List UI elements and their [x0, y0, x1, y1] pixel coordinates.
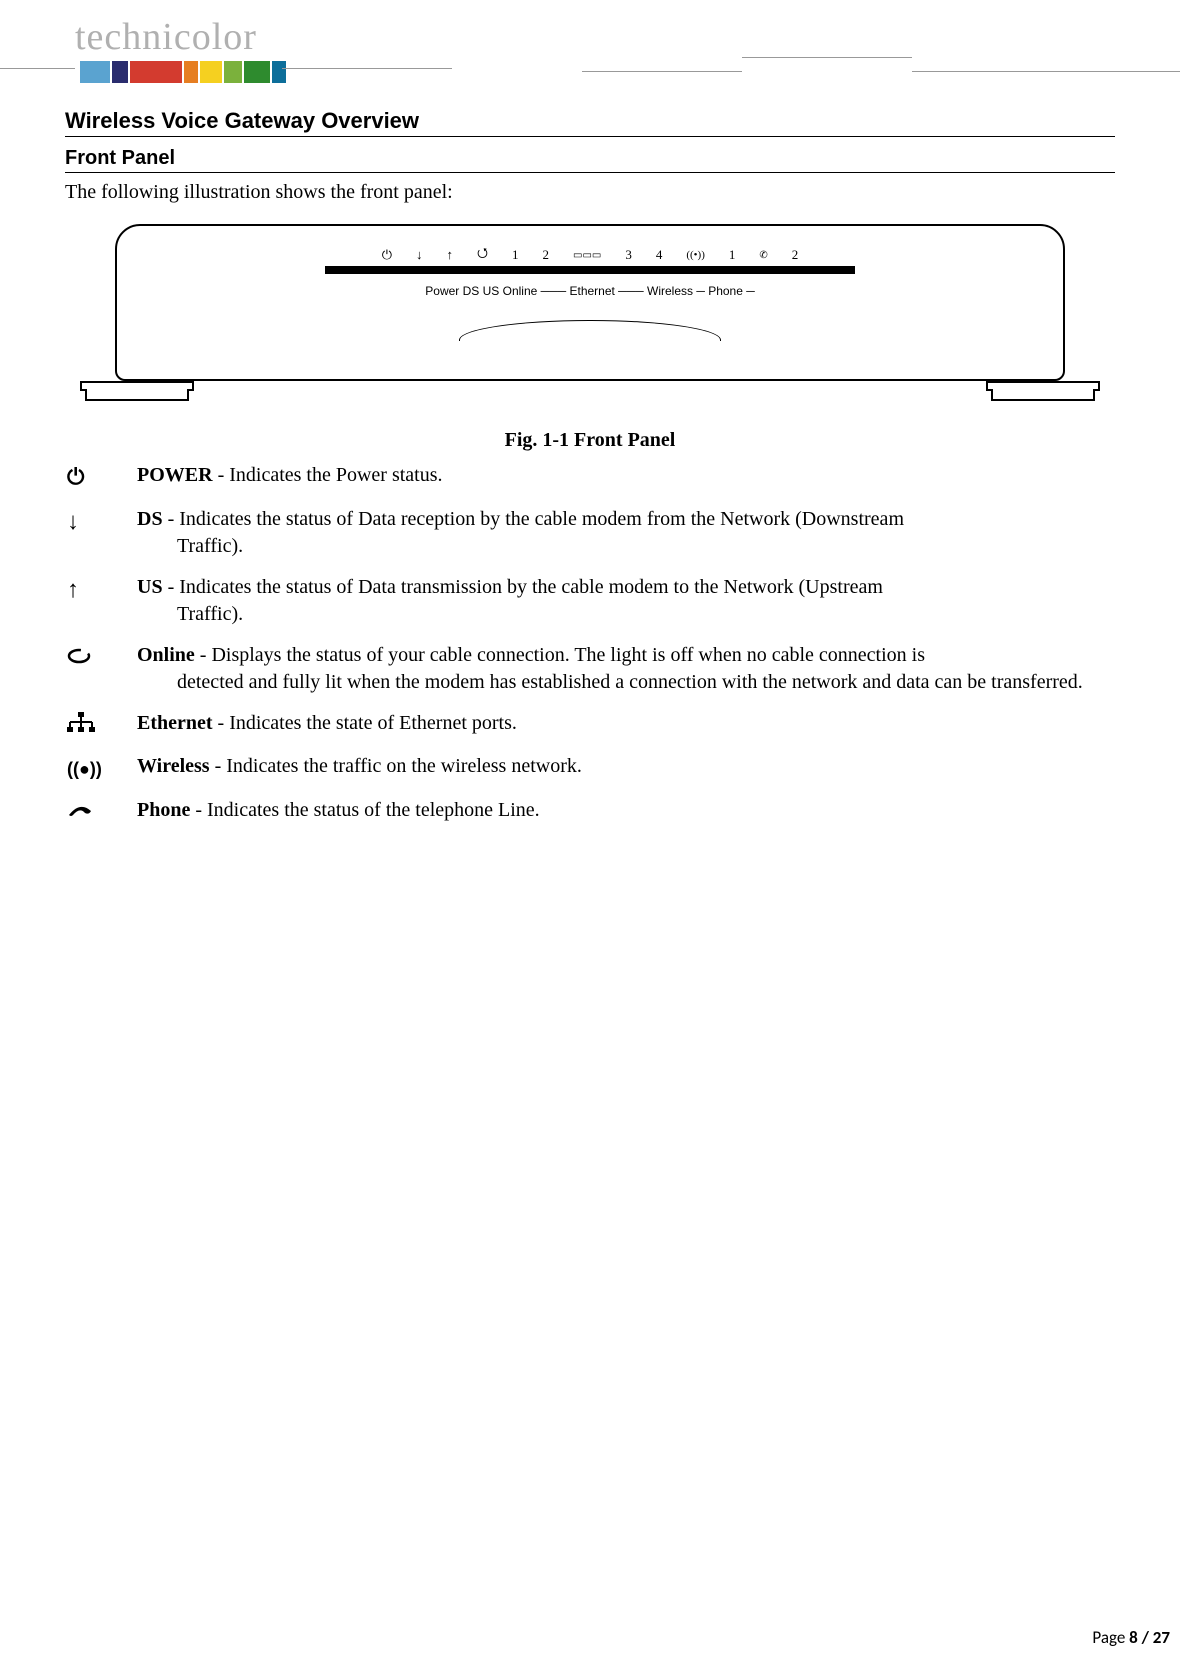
- page-sep: /: [1138, 1627, 1153, 1648]
- indicator-description: - Indicates the state of Ethernet ports.: [213, 712, 517, 734]
- power-icon: ⏻: [65, 462, 137, 492]
- indicator-item: Online - Displays the status of your cab…: [65, 642, 1115, 696]
- indicator-description-cont: Traffic).: [137, 601, 1115, 628]
- indicator-description: - Indicates the traffic on the wireless …: [210, 755, 582, 777]
- phone-icon: [65, 797, 137, 827]
- section-title: Wireless Voice Gateway Overview: [65, 108, 1115, 137]
- indicator-description: - Indicates the status of the telephone …: [190, 799, 539, 821]
- indicator-description-cont: Traffic).: [137, 533, 1115, 560]
- indicator-item: ↑US - Indicates the status of Data trans…: [65, 574, 1115, 628]
- wireless-icon: ((●)): [65, 753, 137, 783]
- online-icon: [65, 642, 137, 672]
- front-panel-illustration: ⏻↓↑⭯ 12▭▭▭34 ((•))1✆2 Power DS US Online…: [70, 216, 1110, 421]
- page-total: 27: [1153, 1627, 1170, 1648]
- indicator-label: Wireless: [137, 755, 210, 777]
- page-current: 8: [1129, 1627, 1138, 1648]
- indicator-item: ((●))Wireless - Indicates the traffic on…: [65, 753, 1115, 783]
- indicator-text: US - Indicates the status of Data transm…: [137, 574, 1115, 628]
- indicator-label: DS: [137, 508, 163, 530]
- intro-text: The following illustration shows the fro…: [65, 181, 1115, 204]
- indicator-label: Ethernet: [137, 712, 213, 734]
- indicator-item: Ethernet - Indicates the state of Ethern…: [65, 710, 1115, 740]
- page-prefix: Page: [1092, 1627, 1129, 1648]
- indicator-text: DS - Indicates the status of Data recept…: [137, 506, 1115, 560]
- indicator-item: Phone - Indicates the status of the tele…: [65, 797, 1115, 827]
- page-content: Wireless Voice Gateway Overview Front Pa…: [0, 83, 1180, 827]
- panel-labels: Power DS US Online ─── Ethernet ─── Wire…: [425, 284, 754, 298]
- ethernet-icon: [65, 710, 137, 740]
- figure-caption: Fig. 1-1 Front Panel: [65, 429, 1115, 452]
- indicator-text: Ethernet - Indicates the state of Ethern…: [137, 710, 1115, 737]
- indicator-list: ⏻POWER - Indicates the Power status.↓DS …: [65, 462, 1115, 827]
- indicator-label: US: [137, 576, 163, 598]
- indicator-item: ⏻POWER - Indicates the Power status.: [65, 462, 1115, 492]
- indicator-description-cont: detected and fully lit when the modem ha…: [137, 669, 1115, 696]
- indicator-description: - Indicates the status of Data reception…: [163, 508, 904, 530]
- indicator-description: - Indicates the status of Data transmiss…: [163, 576, 883, 598]
- indicator-text: POWER - Indicates the Power status.: [137, 462, 1115, 489]
- indicator-label: Phone: [137, 799, 190, 821]
- indicator-label: POWER: [137, 464, 213, 486]
- indicator-description: - Indicates the Power status.: [213, 464, 443, 486]
- indicator-text: Phone - Indicates the status of the tele…: [137, 797, 1115, 824]
- down-arrow-icon: ↓: [65, 506, 137, 538]
- up-arrow-icon: ↑: [65, 574, 137, 606]
- indicator-text: Wireless - Indicates the traffic on the …: [137, 753, 1115, 780]
- indicator-item: ↓DS - Indicates the status of Data recep…: [65, 506, 1115, 560]
- subsection-title: Front Panel: [65, 147, 1115, 173]
- page-footer: Page 8 / 27: [1092, 1627, 1170, 1648]
- indicator-description: - Displays the status of your cable conn…: [195, 644, 925, 666]
- header-decorative-lines: [0, 53, 1180, 83]
- indicator-text: Online - Displays the status of your cab…: [137, 642, 1115, 696]
- indicator-label: Online: [137, 644, 195, 666]
